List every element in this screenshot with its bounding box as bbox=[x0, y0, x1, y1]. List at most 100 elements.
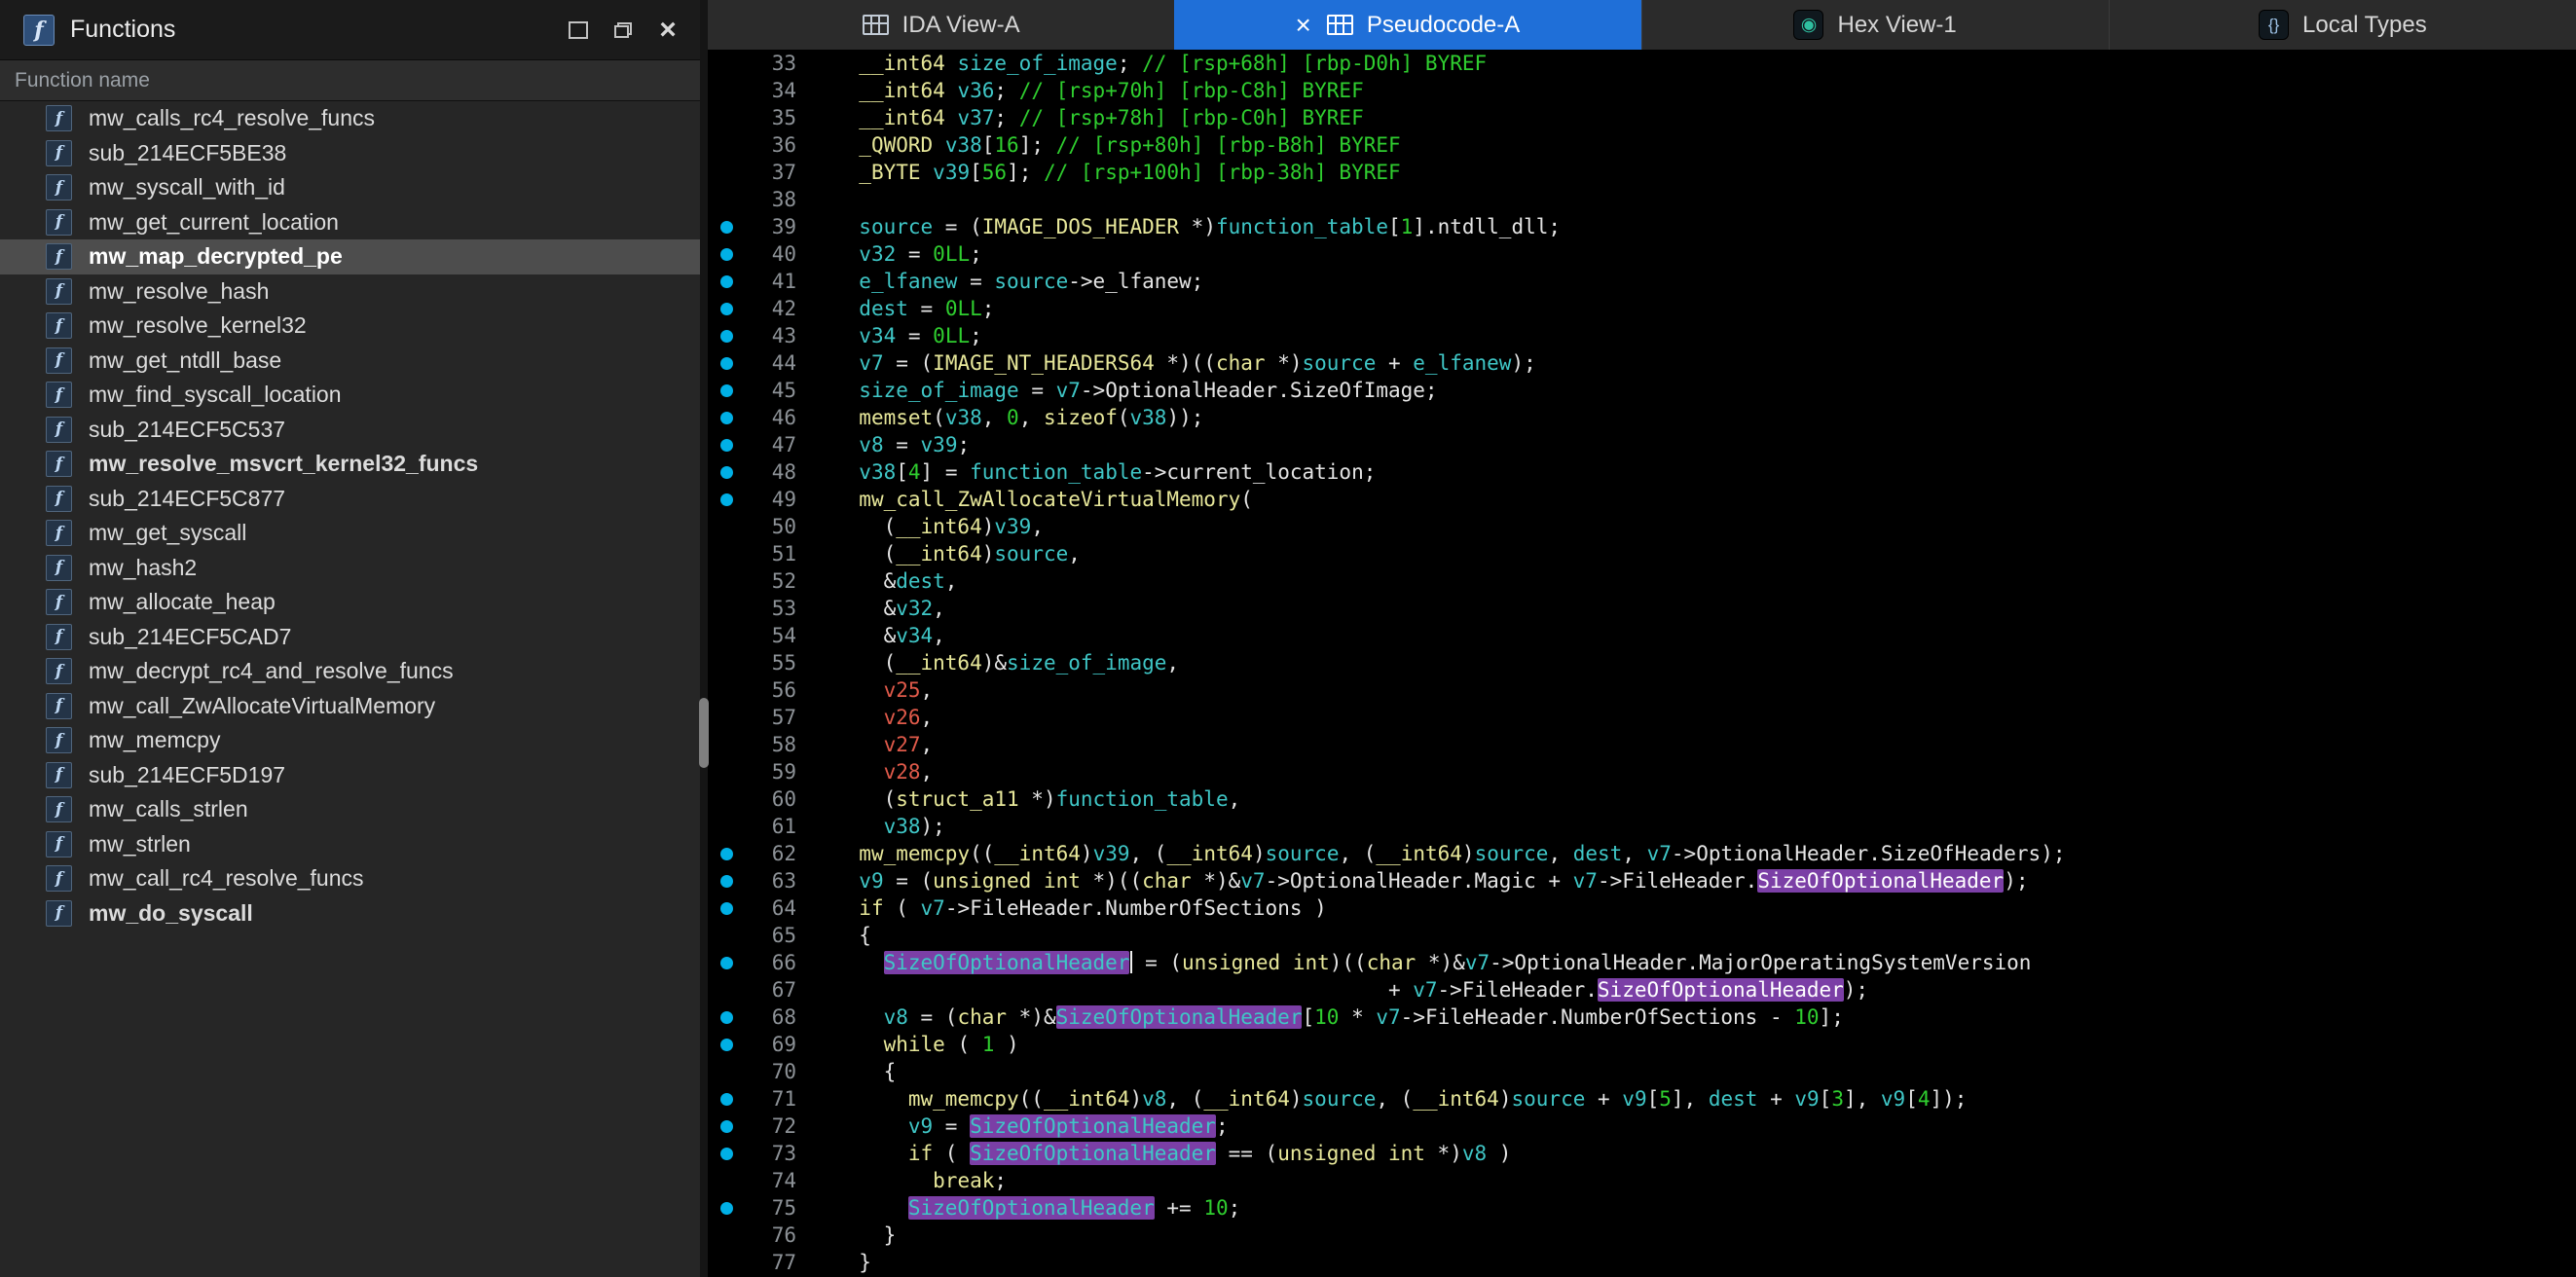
restore-button[interactable] bbox=[564, 16, 593, 45]
code-line[interactable]: 59 v28, bbox=[708, 758, 2576, 785]
line-marker-dot[interactable] bbox=[708, 1113, 754, 1140]
function-name-column-header[interactable]: Function name bbox=[0, 60, 700, 101]
function-list-item[interactable]: fmw_calls_strlen bbox=[0, 792, 700, 827]
code-line[interactable]: 70 { bbox=[708, 1058, 2576, 1085]
code-line[interactable]: 48 v38[4] = function_table->current_loca… bbox=[708, 458, 2576, 486]
panel-splitter[interactable] bbox=[700, 0, 708, 1277]
line-marker-dot[interactable] bbox=[708, 867, 754, 894]
function-list-item[interactable]: fmw_resolve_kernel32 bbox=[0, 309, 700, 344]
code-line[interactable]: 43 v34 = 0LL; bbox=[708, 322, 2576, 349]
code-line[interactable]: 37 _BYTE v39[56]; // [rsp+100h] [rbp-38h… bbox=[708, 159, 2576, 186]
code-line[interactable]: 62 mw_memcpy((__int64)v39, (__int64)sour… bbox=[708, 840, 2576, 867]
function-list-item[interactable]: fsub_214ECF5CAD7 bbox=[0, 620, 700, 655]
line-marker-dot[interactable] bbox=[708, 268, 754, 295]
code-line[interactable]: 64 if ( v7->FileHeader.NumberOfSections … bbox=[708, 894, 2576, 922]
code-line[interactable]: 46 memset(v38, 0, sizeof(v38)); bbox=[708, 404, 2576, 431]
code-line[interactable]: 41 e_lfanew = source->e_lfanew; bbox=[708, 268, 2576, 295]
function-list-item[interactable]: fmw_strlen bbox=[0, 827, 700, 862]
code-line[interactable]: 36 _QWORD v38[16]; // [rsp+80h] [rbp-B8h… bbox=[708, 131, 2576, 159]
line-marker-dot[interactable] bbox=[708, 1003, 754, 1031]
function-list-item[interactable]: fsub_214ECF5D197 bbox=[0, 758, 700, 793]
tab-pseudocode-a[interactable]: ×Pseudocode-A bbox=[1174, 0, 1640, 50]
line-marker-dot[interactable] bbox=[708, 295, 754, 322]
code-line[interactable]: 73 if ( SizeOfOptionalHeader == (unsigne… bbox=[708, 1140, 2576, 1167]
code-line[interactable]: 55 (__int64)&size_of_image, bbox=[708, 649, 2576, 676]
line-marker-dot[interactable] bbox=[708, 486, 754, 513]
code-line[interactable]: 74 break; bbox=[708, 1167, 2576, 1194]
code-line[interactable]: 33 __int64 size_of_image; // [rsp+68h] [… bbox=[708, 50, 2576, 77]
tab-hex-view-1[interactable]: ◉Hex View-1 bbox=[1641, 0, 2109, 50]
code-line[interactable]: 57 v26, bbox=[708, 704, 2576, 731]
code-line[interactable]: 67 + v7->FileHeader.SizeOfOptionalHeader… bbox=[708, 976, 2576, 1003]
code-line[interactable]: 47 v8 = v39; bbox=[708, 431, 2576, 458]
code-line[interactable]: 58 v27, bbox=[708, 731, 2576, 758]
line-marker-dot[interactable] bbox=[708, 1031, 754, 1058]
code-line[interactable]: 69 while ( 1 ) bbox=[708, 1031, 2576, 1058]
code-line[interactable]: 42 dest = 0LL; bbox=[708, 295, 2576, 322]
float-button[interactable] bbox=[608, 16, 638, 45]
code-line[interactable]: 72 v9 = SizeOfOptionalHeader; bbox=[708, 1113, 2576, 1140]
close-button[interactable]: × bbox=[653, 16, 682, 45]
code-line[interactable]: 65 { bbox=[708, 922, 2576, 949]
function-list-item[interactable]: fsub_214ECF5C537 bbox=[0, 413, 700, 448]
line-marker-dot[interactable] bbox=[708, 840, 754, 867]
tab-close-icon[interactable]: × bbox=[1295, 12, 1310, 39]
code-line[interactable]: 49 mw_call_ZwAllocateVirtualMemory( bbox=[708, 486, 2576, 513]
line-marker-dot[interactable] bbox=[708, 894, 754, 922]
function-list-item[interactable]: fmw_do_syscall bbox=[0, 896, 700, 931]
code-line[interactable]: 35 __int64 v37; // [rsp+78h] [rbp-C0h] B… bbox=[708, 104, 2576, 131]
function-list-item[interactable]: fmw_call_ZwAllocateVirtualMemory bbox=[0, 689, 700, 724]
function-list-item[interactable]: fmw_get_current_location bbox=[0, 205, 700, 240]
code-line[interactable]: 71 mw_memcpy((__int64)v8, (__int64)sourc… bbox=[708, 1085, 2576, 1113]
line-marker-dot[interactable] bbox=[708, 458, 754, 486]
code-line[interactable]: 53 &v32, bbox=[708, 595, 2576, 622]
function-list-item[interactable]: fmw_get_ntdll_base bbox=[0, 344, 700, 379]
code-line[interactable]: 40 v32 = 0LL; bbox=[708, 240, 2576, 268]
code-line[interactable]: 75 SizeOfOptionalHeader += 10; bbox=[708, 1194, 2576, 1222]
line-marker-dot[interactable] bbox=[708, 240, 754, 268]
line-marker-dot[interactable] bbox=[708, 213, 754, 240]
function-list-item[interactable]: fmw_calls_rc4_resolve_funcs bbox=[0, 101, 700, 136]
code-line[interactable]: 52 &dest, bbox=[708, 567, 2576, 595]
code-line[interactable]: 76 } bbox=[708, 1222, 2576, 1249]
code-line[interactable]: 39 source = (IMAGE_DOS_HEADER *)function… bbox=[708, 213, 2576, 240]
line-marker-dot[interactable] bbox=[708, 1194, 754, 1222]
line-marker-dot[interactable] bbox=[708, 349, 754, 377]
function-list-item[interactable]: fmw_memcpy bbox=[0, 723, 700, 758]
function-list-item[interactable]: fmw_allocate_heap bbox=[0, 585, 700, 620]
line-marker-dot[interactable] bbox=[708, 377, 754, 404]
function-list-item[interactable]: fmw_map_decrypted_pe bbox=[0, 239, 700, 274]
function-list-item[interactable]: fmw_decrypt_rc4_and_resolve_funcs bbox=[0, 654, 700, 689]
code-line[interactable]: 60 (struct_a11 *)function_table, bbox=[708, 785, 2576, 813]
line-marker-dot[interactable] bbox=[708, 322, 754, 349]
scrollbar-thumb[interactable] bbox=[699, 698, 709, 768]
code-line[interactable]: 50 (__int64)v39, bbox=[708, 513, 2576, 540]
code-line[interactable]: 68 v8 = (char *)&SizeOfOptionalHeader[10… bbox=[708, 1003, 2576, 1031]
code-line[interactable]: 61 v38); bbox=[708, 813, 2576, 840]
function-list-item[interactable]: fmw_resolve_hash bbox=[0, 274, 700, 310]
code-line[interactable]: 51 (__int64)source, bbox=[708, 540, 2576, 567]
function-list-item[interactable]: fsub_214ECF5BE38 bbox=[0, 136, 700, 171]
line-marker-dot[interactable] bbox=[708, 431, 754, 458]
line-marker-dot[interactable] bbox=[708, 1085, 754, 1113]
code-line[interactable]: 45 size_of_image = v7->OptionalHeader.Si… bbox=[708, 377, 2576, 404]
line-marker-dot[interactable] bbox=[708, 404, 754, 431]
code-line[interactable]: 56 v25, bbox=[708, 676, 2576, 704]
tab-ida-view-a[interactable]: IDA View-A bbox=[708, 0, 1174, 50]
function-list-item[interactable]: fmw_syscall_with_id bbox=[0, 170, 700, 205]
code-line[interactable]: 66 SizeOfOptionalHeader = (unsigned int)… bbox=[708, 949, 2576, 976]
code-line[interactable]: 77 } bbox=[708, 1249, 2576, 1276]
code-line[interactable]: 34 __int64 v36; // [rsp+70h] [rbp-C8h] B… bbox=[708, 77, 2576, 104]
code-line[interactable]: 54 &v34, bbox=[708, 622, 2576, 649]
function-list-item[interactable]: fsub_214ECF5C877 bbox=[0, 482, 700, 517]
code-line[interactable]: 63 v9 = (unsigned int *)((char *)&v7->Op… bbox=[708, 867, 2576, 894]
line-marker-dot[interactable] bbox=[708, 1140, 754, 1167]
line-marker-dot[interactable] bbox=[708, 949, 754, 976]
tab-local-types[interactable]: {}Local Types bbox=[2109, 0, 2576, 50]
function-list-item[interactable]: fmw_resolve_msvcrt_kernel32_funcs bbox=[0, 447, 700, 482]
code-line[interactable]: 38 bbox=[708, 186, 2576, 213]
function-list-item[interactable]: fmw_get_syscall bbox=[0, 516, 700, 551]
function-list-item[interactable]: fmw_hash2 bbox=[0, 551, 700, 586]
code-line[interactable]: 44 v7 = (IMAGE_NT_HEADERS64 *)((char *)s… bbox=[708, 349, 2576, 377]
function-list-item[interactable]: fmw_find_syscall_location bbox=[0, 378, 700, 413]
